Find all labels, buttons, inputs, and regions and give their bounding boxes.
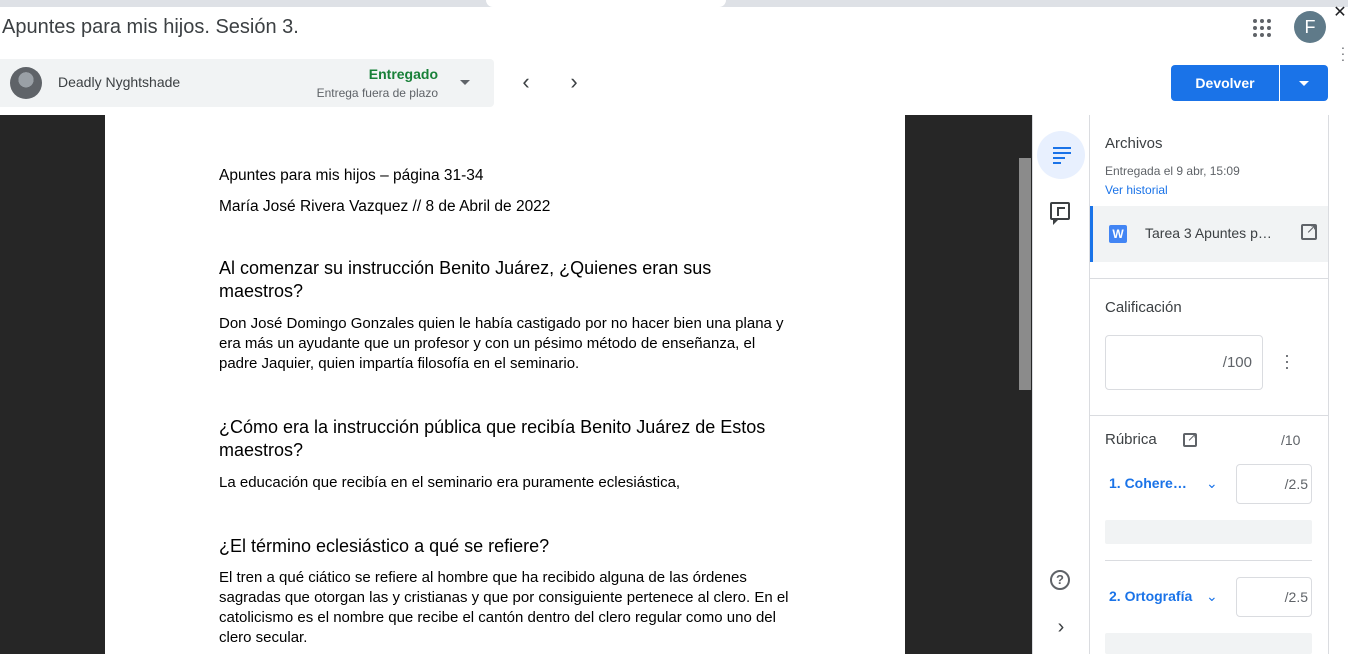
chevron-down-icon[interactable] xyxy=(460,80,470,85)
rubric-total: /10 xyxy=(1281,432,1301,448)
files-title: Archivos xyxy=(1105,135,1163,152)
open-rubric-icon[interactable] xyxy=(1183,430,1197,447)
chevron-down-icon[interactable]: ⌄ xyxy=(1206,476,1220,490)
doc-answer-2: La educación que recibía en el seminario… xyxy=(219,474,681,491)
doc-question-1: Al comenzar su instrucción Benito Juárez… xyxy=(219,258,712,301)
status-label: Entregado xyxy=(368,66,438,82)
student-avatar xyxy=(10,67,42,99)
student-name: Deadly Nyghtshade xyxy=(58,74,181,90)
criterion-2-score-input[interactable]: /2.5 xyxy=(1236,577,1312,617)
return-options-button[interactable] xyxy=(1280,65,1328,101)
apps-grid-icon[interactable] xyxy=(1250,16,1274,40)
grading-panel: Archivos Entregada el 9 abr, 15:09 Ver h… xyxy=(1089,115,1329,654)
status-detail: Entrega fuera de plazo xyxy=(316,86,438,100)
student-selector[interactable]: Deadly Nyghtshade Entregado Entrega fuer… xyxy=(0,59,494,107)
chevron-down-icon[interactable]: ⌄ xyxy=(1206,589,1220,603)
doc-question-2: ¿Cómo era la instrucción pública que rec… xyxy=(219,417,766,460)
criterion-1-levels xyxy=(1105,520,1312,544)
divider xyxy=(1090,278,1328,279)
help-icon[interactable]: ? xyxy=(1050,570,1070,590)
divider xyxy=(1090,415,1328,416)
document-page: Apuntes para mis hijos – página 31-34 Ma… xyxy=(105,115,905,654)
comment-icon[interactable] xyxy=(1050,202,1070,225)
caret-down-icon xyxy=(1299,81,1309,86)
assignment-list-icon xyxy=(1053,147,1071,164)
more-vert-icon[interactable]: · · · xyxy=(1283,346,1291,376)
page-title: Apuntes para mis hijos. Sesión 3. xyxy=(2,16,299,38)
criterion-1-denominator: /2.5 xyxy=(1284,476,1308,492)
file-name: Tarea 3 Apuntes para mis hijos xyxy=(1145,225,1275,241)
doc-header-line1: Apuntes para mis hijos – página 31-34 xyxy=(219,167,484,184)
rubric-title: Rúbrica xyxy=(1105,431,1157,448)
criterion-2-levels xyxy=(1105,633,1312,654)
files-submitted-date: Entregada el 9 abr, 15:09 xyxy=(1105,164,1240,178)
file-attachment[interactable]: W Tarea 3 Apuntes para mis hijos xyxy=(1090,206,1328,262)
next-student-button[interactable]: › xyxy=(562,70,586,94)
rubric-criterion-1[interactable]: 1. Coherencia xyxy=(1109,475,1193,491)
open-in-new-icon[interactable] xyxy=(1301,221,1317,240)
doc-header-line2: María José Rivera Vazquez // 8 de Abril … xyxy=(219,198,551,215)
side-rail: ? › xyxy=(1032,115,1089,654)
rubric-criterion-2[interactable]: 2. Ortografía xyxy=(1109,588,1193,604)
previous-student-button[interactable]: ‹ xyxy=(514,70,538,94)
more-vert-icon[interactable]: · · · xyxy=(1338,40,1348,66)
criterion-2-denominator: /2.5 xyxy=(1284,589,1308,605)
doc-question-3: ¿El término eclesiástico a qué se refier… xyxy=(219,536,550,556)
rail-files-button[interactable] xyxy=(1037,131,1085,179)
doc-answer-3: El tren a qué ciático se refiere al homb… xyxy=(219,569,789,646)
history-link[interactable]: Ver historial xyxy=(1105,183,1168,197)
grade-title: Calificación xyxy=(1105,299,1182,316)
doc-answer-1: Don José Domingo Gonzales quien le había… xyxy=(219,315,784,372)
word-doc-icon: W xyxy=(1109,225,1127,243)
divider xyxy=(1105,560,1312,561)
close-icon[interactable]: ✕ xyxy=(1332,4,1348,22)
submission-status: Entregado Entrega fuera de plazo xyxy=(317,66,438,100)
document-viewer[interactable]: Apuntes para mis hijos – página 31-34 Ma… xyxy=(0,115,1032,654)
document-scrollbar[interactable] xyxy=(1019,158,1031,390)
grade-denominator: /100 xyxy=(1222,354,1252,371)
return-button[interactable]: Devolver xyxy=(1171,65,1279,101)
criterion-1-score-input[interactable]: /2.5 xyxy=(1236,464,1312,504)
account-avatar[interactable]: F xyxy=(1294,11,1326,43)
grade-input[interactable]: /100 xyxy=(1105,335,1263,390)
chevron-right-icon[interactable]: › xyxy=(1051,615,1071,639)
browser-tab xyxy=(486,0,726,7)
